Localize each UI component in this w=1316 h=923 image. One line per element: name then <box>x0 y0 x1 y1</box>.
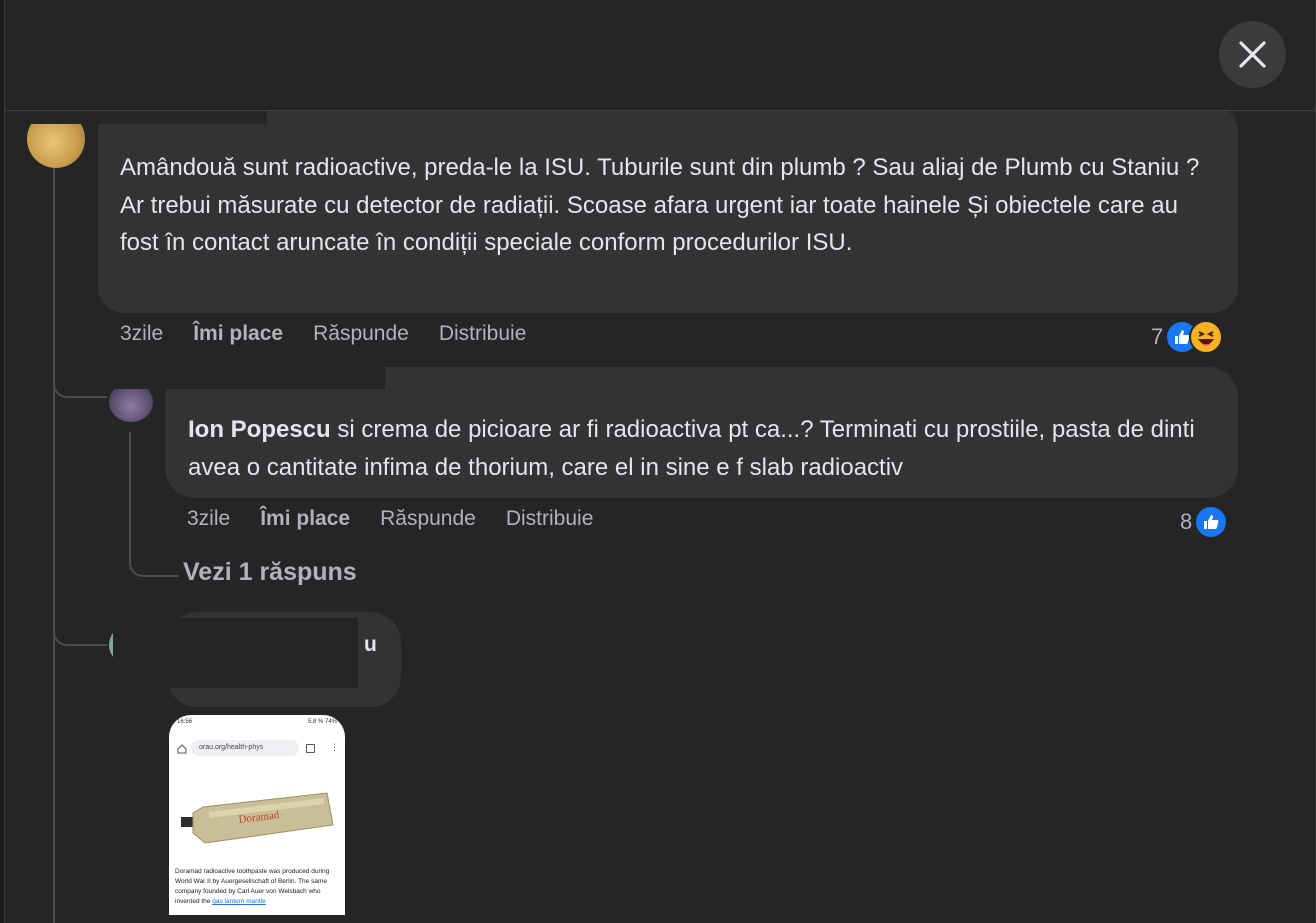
home-icon <box>177 744 187 754</box>
reply-button[interactable]: Răspunde <box>313 322 409 346</box>
reaction-count: 8 <box>1180 509 1193 534</box>
reply-button[interactable]: Răspunde <box>380 507 476 531</box>
thread-connector-reply1 <box>53 370 107 398</box>
thread-line-main <box>53 165 55 923</box>
status-time: 16:56 <box>177 719 193 725</box>
comment-text: Amândouă sunt radioactive, preda-le la I… <box>120 154 1200 256</box>
comment-time[interactable]: 3zile <box>120 322 163 346</box>
tabs-icon <box>306 744 315 753</box>
comments-dialog: Amândouă sunt radioactive, preda-le la I… <box>4 0 1316 923</box>
url-text: orau.org/health-phys <box>199 744 264 751</box>
status-indicators: 5,8 % 74% <box>307 719 337 725</box>
reaction-count: 7 <box>1151 324 1164 349</box>
like-reaction-icon <box>1194 505 1229 539</box>
redaction-mask <box>113 618 358 688</box>
comment-bubble: Amândouă sunt radioactive, preda-le la I… <box>98 105 1238 313</box>
attached-screenshot[interactable]: 16:56 5,8 % 74% orau.org/health-phys ⋮ D… <box>169 715 345 915</box>
redaction-mask <box>115 365 385 389</box>
reaction-summary[interactable]: 7 <box>1151 320 1224 354</box>
image-caption: Doramad radioactive toothpaste was produ… <box>175 867 341 907</box>
close-button[interactable] <box>1219 21 1286 88</box>
like-button[interactable]: Îmi place <box>260 507 350 531</box>
url-field[interactable]: orau.org/health-phys <box>191 740 299 756</box>
close-icon <box>1239 41 1266 68</box>
see-replies-link[interactable]: Vezi 1 răspuns <box>183 558 357 587</box>
reaction-summary[interactable]: 8 <box>1180 505 1229 539</box>
share-button[interactable]: Distribuie <box>506 507 594 531</box>
redaction-mask <box>27 110 267 124</box>
comment-actions: 3zile Îmi place Răspunde Distribuie <box>120 322 556 346</box>
caption-link[interactable]: gas lantern mantle <box>212 898 265 905</box>
thread-connector-reply2 <box>53 620 107 646</box>
dialog-header <box>5 0 1315 111</box>
menu-icon: ⋮ <box>330 742 339 752</box>
thread-connector-see-replies <box>129 540 179 577</box>
browser-bar: orau.org/health-phys ⋮ <box>175 739 339 759</box>
share-button[interactable]: Distribuie <box>439 322 527 346</box>
reply-text: si crema de picioare ar fi radioactiva p… <box>188 416 1195 481</box>
thread-line-reply1 <box>129 432 131 542</box>
author-name-fragment[interactable]: u <box>364 626 377 664</box>
status-bar: 16:56 5,8 % 74% <box>169 719 345 729</box>
haha-reaction-icon <box>1189 320 1224 354</box>
like-button[interactable]: Îmi place <box>193 322 283 346</box>
toothpaste-tube-image: Doramad <box>179 785 337 855</box>
reply-text-container: Ion Popescu si crema de picioare ar fi r… <box>188 411 1208 486</box>
mention-link[interactable]: Ion Popescu <box>188 416 331 443</box>
reply-time[interactable]: 3zile <box>187 507 230 531</box>
reply-actions: 3zile Îmi place Răspunde Distribuie <box>187 507 623 531</box>
